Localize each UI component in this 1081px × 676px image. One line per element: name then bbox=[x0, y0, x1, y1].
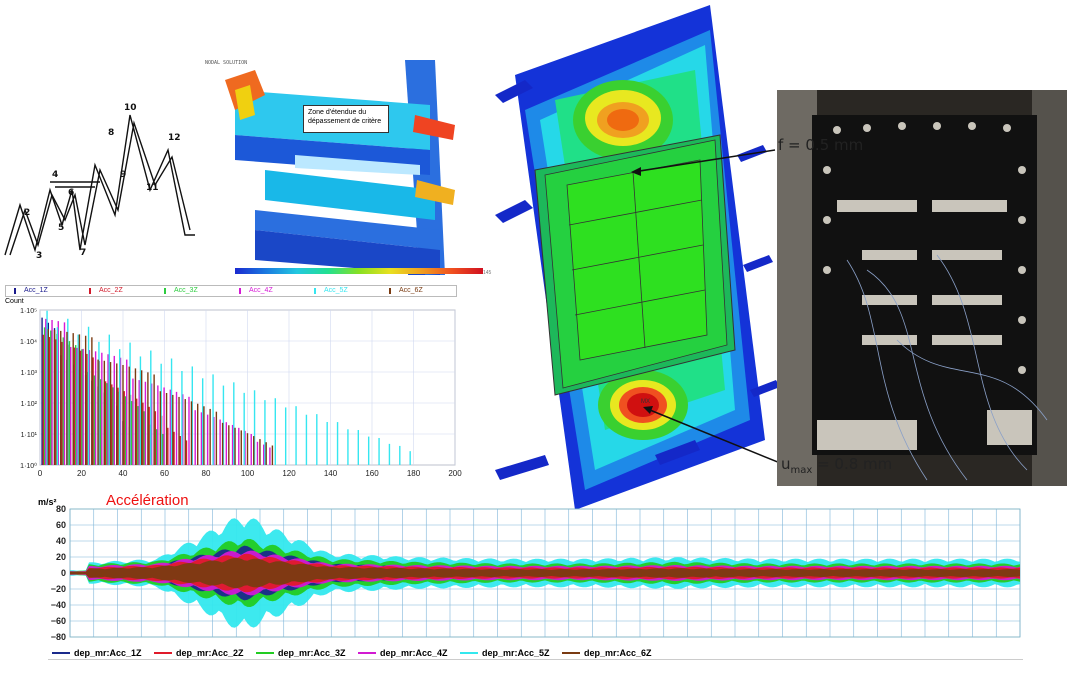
deflection-umax-label: umax = 0.8 mm bbox=[781, 455, 892, 476]
x-tick-label: 140 bbox=[324, 469, 338, 478]
color-scale-bar bbox=[235, 268, 483, 274]
x-tick-label: 160 bbox=[365, 469, 379, 478]
histogram-legend-item: Acc_3Z bbox=[156, 286, 231, 296]
y-tick-label: −20 bbox=[51, 584, 66, 594]
y-tick-label: −80 bbox=[51, 632, 66, 642]
acceleration-legend-item: dep_mr:Acc_6Z bbox=[558, 647, 660, 659]
step-label: 3 bbox=[36, 251, 42, 261]
legend-label: dep_mr:Acc_3Z bbox=[278, 648, 346, 658]
acceleration-chart: Accélération m/s² 80 60 40 20 0 −20 −40 −60 −80 … bbox=[30, 490, 1030, 675]
histogram-legend-item: Acc_2Z bbox=[81, 286, 156, 296]
umax-rest: = 0.8 mm bbox=[812, 455, 893, 473]
y-tick-label: 1·10⁵ bbox=[20, 308, 37, 315]
x-tick-label: 0 bbox=[38, 469, 43, 478]
step-label: 11 bbox=[146, 183, 159, 193]
legend-swatch bbox=[164, 288, 166, 294]
step-label: 12 bbox=[168, 133, 181, 143]
x-tick-label: 40 bbox=[119, 469, 128, 478]
deflection-f-label: f = 0.5 mm bbox=[778, 136, 864, 154]
legend-label: Acc_4Z bbox=[249, 287, 273, 294]
legend-swatch bbox=[154, 652, 172, 654]
y-tick-label: 80 bbox=[56, 505, 66, 514]
histogram-plot: 1·10⁵ 1·10⁴ 1·10³ 1·10² 1·10¹ 1·10⁰0 20 40 60 80 1… bbox=[20, 308, 462, 478]
legend-label: Acc_5Z bbox=[324, 287, 348, 294]
acceleration-legend-item: dep_mr:Acc_2Z bbox=[150, 647, 252, 659]
step-label: 4 bbox=[52, 170, 58, 180]
x-tick-label: 200 bbox=[448, 469, 462, 478]
y-tick-label: 60 bbox=[56, 520, 66, 530]
legend-label: Acc_1Z bbox=[24, 287, 48, 294]
y-tick-label: −40 bbox=[51, 600, 66, 610]
legend-swatch bbox=[314, 288, 316, 294]
y-tick-label: −60 bbox=[51, 616, 66, 626]
x-tick-label: 60 bbox=[160, 469, 169, 478]
acceleration-legend-item: dep_mr:Acc_5Z bbox=[456, 647, 558, 659]
y-tick-label: 1·10¹ bbox=[21, 432, 38, 439]
acceleration-legend-item: dep_mr:Acc_3Z bbox=[252, 647, 354, 659]
legend-swatch bbox=[460, 652, 478, 654]
fea-3d-svg: MX bbox=[495, 5, 786, 510]
callout-box: Zone d'étendue du dépassement de critère bbox=[303, 105, 389, 133]
x-tick-label: 20 bbox=[77, 469, 86, 478]
fea-plate-svg bbox=[195, 60, 495, 285]
histogram-legend: Acc_1Z Acc_2Z Acc_3Z Acc_4Z Acc_5Z Acc_6Z bbox=[5, 285, 457, 297]
legend-label: Acc_2Z bbox=[99, 287, 123, 294]
x-tick-label: 100 bbox=[241, 469, 255, 478]
step-label: 10 bbox=[124, 103, 137, 113]
legend-label: dep_mr:Acc_6Z bbox=[584, 648, 652, 658]
histogram-legend-item: Acc_4Z bbox=[231, 286, 306, 296]
legend-label: dep_mr:Acc_5Z bbox=[482, 648, 550, 658]
y-tick-label: 1·10⁴ bbox=[20, 339, 37, 346]
y-tick-label: 1·10⁰ bbox=[20, 462, 37, 470]
x-tick-label: 120 bbox=[282, 469, 296, 478]
x-tick-label: 80 bbox=[202, 469, 211, 478]
legend-swatch bbox=[389, 288, 391, 294]
fea-3d-figure: MX bbox=[495, 0, 786, 510]
acceleration-plot: 80 60 40 20 0 −20 −40 −60 −80 bbox=[51, 505, 1021, 642]
histogram-legend-item: Acc_6Z bbox=[381, 286, 456, 296]
legend-swatch bbox=[358, 652, 376, 654]
mx-label: MX bbox=[641, 399, 650, 405]
legend-swatch bbox=[89, 288, 91, 294]
legend-label: dep_mr:Acc_1Z bbox=[74, 648, 142, 658]
y-tick-label: 1·10² bbox=[21, 401, 38, 408]
acceleration-legend-item: dep_mr:Acc_4Z bbox=[354, 647, 456, 659]
y-tick-label: 40 bbox=[56, 536, 66, 546]
y-tick-label: 20 bbox=[56, 552, 66, 562]
umax-u: u bbox=[781, 455, 791, 473]
legend-swatch bbox=[14, 288, 16, 294]
step-label: 7 bbox=[80, 248, 86, 258]
scale-max-label: 145 bbox=[483, 270, 492, 276]
legend-label: Acc_3Z bbox=[174, 287, 198, 294]
umax-sub: max bbox=[790, 465, 813, 476]
legend-swatch bbox=[562, 652, 580, 654]
count-histogram: Acc_1Z Acc_2Z Acc_3Z Acc_4Z Acc_5Z Acc_6Z Cou… bbox=[0, 285, 470, 485]
acceleration-legend: dep_mr:Acc_1Z dep_mr:Acc_2Z dep_mr:Acc_3Z d… bbox=[48, 647, 1023, 660]
histogram-legend-item: Acc_1Z bbox=[6, 286, 81, 296]
acceleration-legend-item: dep_mr:Acc_1Z bbox=[48, 647, 150, 659]
step-label: 9 bbox=[120, 170, 126, 180]
histogram-ylabel: Count bbox=[5, 298, 24, 305]
step-label: 5 bbox=[58, 223, 64, 233]
legend-label: Acc_6Z bbox=[399, 287, 423, 294]
step-label: 2 bbox=[24, 208, 30, 218]
legend-swatch bbox=[256, 652, 274, 654]
legend-label: dep_mr:Acc_2Z bbox=[176, 648, 244, 658]
legend-swatch bbox=[52, 652, 70, 654]
step-label: 8 bbox=[108, 128, 114, 138]
legend-swatch bbox=[239, 288, 241, 294]
histogram-legend-item: Acc_5Z bbox=[306, 286, 381, 296]
y-tick-label: 1·10³ bbox=[21, 370, 38, 377]
solver-header: NODAL SOLUTION bbox=[205, 60, 248, 66]
fea-plate-figure: NODAL SOLUTION Zone d'étendue du dépasse… bbox=[195, 60, 495, 285]
legend-label: dep_mr:Acc_4Z bbox=[380, 648, 448, 658]
x-tick-label: 180 bbox=[407, 469, 421, 478]
y-tick-label: 0 bbox=[61, 568, 66, 578]
step-label: 6 bbox=[68, 188, 74, 198]
